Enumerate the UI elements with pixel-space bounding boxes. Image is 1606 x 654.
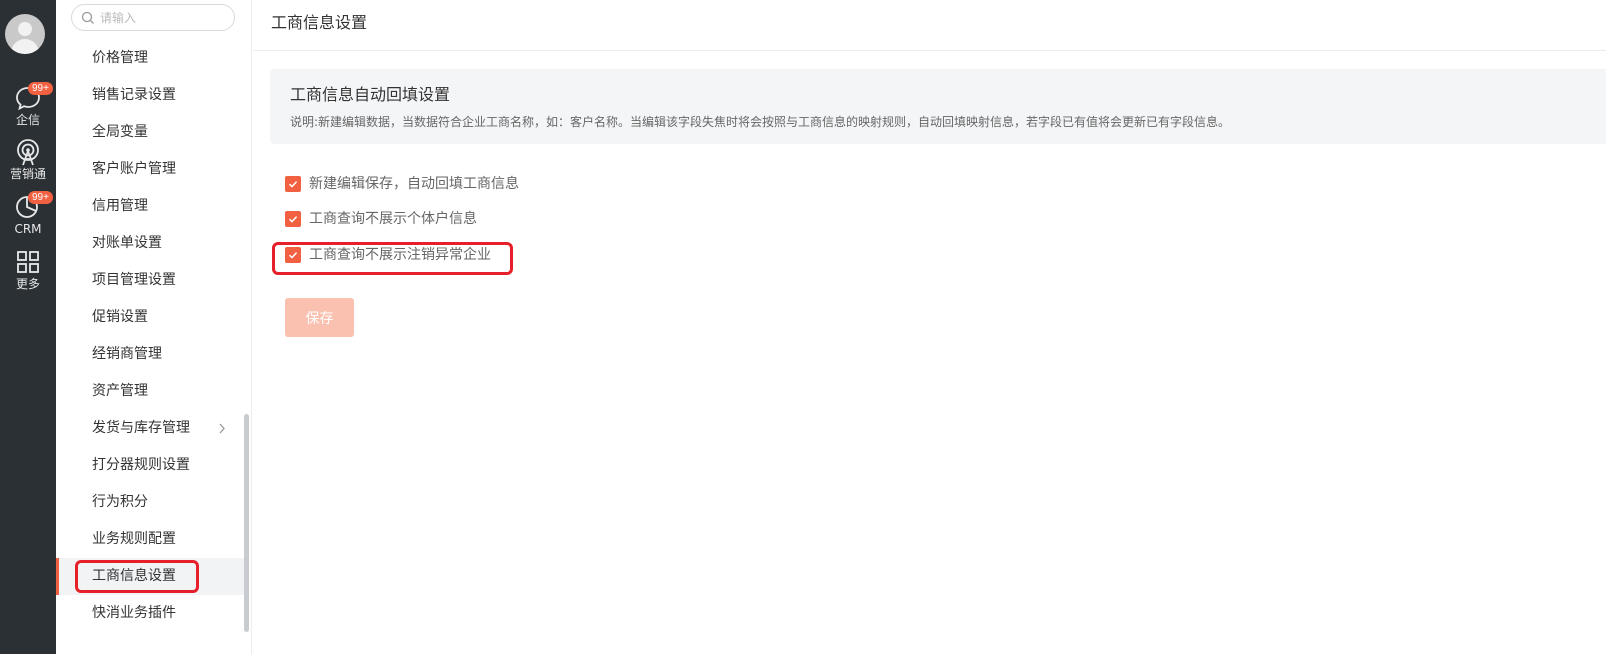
search-icon [81,11,94,24]
sidebar-item-business-rules[interactable]: 业务规则配置 [56,521,248,558]
sidebar-item-label: 发货与库存管理 [92,420,190,436]
unread-badge: 99+ [28,82,53,95]
sidebar-item-shipping-inventory[interactable]: 发货与库存管理 [56,410,248,447]
settings-sidebar: 价格管理 销售记录设置 全局变量 客户账户管理 信用管理 对账单设置 项目管理设… [56,0,252,654]
page-title: 工商信息设置 [271,13,368,32]
sidebar-item-label: 促销设置 [92,309,148,325]
sidebar-item-label: 工商信息设置 [92,568,176,584]
rail-item-crm[interactable]: 99+ CRM [0,191,56,236]
sidebar-item-label: 行为积分 [92,494,148,510]
sidebar-item-statement[interactable]: 对账单设置 [56,225,248,262]
sidebar-item-price[interactable]: 价格管理 [56,40,248,77]
rail-item-label: 更多 [15,277,40,291]
sidebar-item-label: 价格管理 [92,50,148,66]
rail-item-label: CRM [14,222,42,236]
checkbox[interactable] [285,247,301,263]
option-label: 新建编辑保存，自动回填工商信息 [309,176,519,192]
option-label: 工商查询不展示个体户信息 [309,211,477,227]
sidebar-item-label: 全局变量 [92,124,148,140]
checkbox[interactable] [285,176,301,192]
sidebar-item-dealer[interactable]: 经销商管理 [56,336,248,373]
check-icon [288,252,298,259]
sidebar-item-behavior-points[interactable]: 行为积分 [56,484,248,521]
divider [253,50,1606,51]
sidebar-item-scorer[interactable]: 打分器规则设置 [56,447,248,484]
rail-item-label: 营销通 [9,167,46,181]
unread-badge: 99+ [28,191,53,204]
chevron-right-icon [219,423,225,434]
sidebar-scrollbar[interactable] [244,414,249,632]
checkbox[interactable] [285,211,301,227]
sidebar-item-fmcg-plugin[interactable]: 快消业务插件 [56,595,248,632]
sidebar-item-label: 打分器规则设置 [92,457,190,473]
sidebar-item-label: 快消业务插件 [92,605,176,621]
sidebar-item-project[interactable]: 项目管理设置 [56,262,248,299]
sidebar-item-asset[interactable]: 资产管理 [56,373,248,410]
broadcast-icon [17,139,39,166]
main-content: 工商信息设置 工商信息自动回填设置 说明:新建编辑数据，当数据符合企业工商名称，… [253,0,1606,654]
check-icon [288,216,298,223]
rail-item-qixin[interactable]: 99+ 企信 [0,82,56,127]
app-rail: 99+ 企信 营销通 99+ CRM 更多 [0,0,56,654]
sidebar-item-label: 对账单设置 [92,235,162,251]
sidebar-item-credit[interactable]: 信用管理 [56,188,248,225]
sidebar-item-label: 业务规则配置 [92,531,176,547]
rail-item-more[interactable]: 更多 [0,248,56,291]
check-icon [288,181,298,188]
search-input[interactable] [100,8,228,28]
sidebar-item-label: 销售记录设置 [92,87,176,103]
rail-item-marketing[interactable]: 营销通 [0,138,56,181]
sidebar-item-label: 项目管理设置 [92,272,176,288]
option-label: 工商查询不展示注销异常企业 [309,247,491,263]
sidebar-item-sales-record[interactable]: 销售记录设置 [56,77,248,114]
sidebar-item-business-info[interactable]: 工商信息设置 [56,558,248,595]
info-title: 工商信息自动回填设置 [290,85,451,104]
sidebar-item-customer-account[interactable]: 客户账户管理 [56,151,248,188]
sidebar-search [71,4,235,31]
sidebar-item-promotion[interactable]: 促销设置 [56,299,248,336]
grid-icon [17,251,39,273]
sidebar-item-global-variable[interactable]: 全局变量 [56,114,248,151]
sidebar-item-label: 资产管理 [92,383,148,399]
avatar[interactable] [5,14,45,54]
sidebar-item-label: 信用管理 [92,198,148,214]
save-button[interactable]: 保存 [285,298,354,337]
sidebar-item-label: 经销商管理 [92,346,162,362]
sidebar-item-label: 客户账户管理 [92,161,176,177]
info-panel: 工商信息自动回填设置 说明:新建编辑数据，当数据符合企业工商名称，如：客户名称。… [270,69,1606,144]
info-description: 说明:新建编辑数据，当数据符合企业工商名称，如：客户名称。当编辑该字段失焦时将会… [290,115,1231,129]
rail-item-label: 企信 [15,113,40,127]
